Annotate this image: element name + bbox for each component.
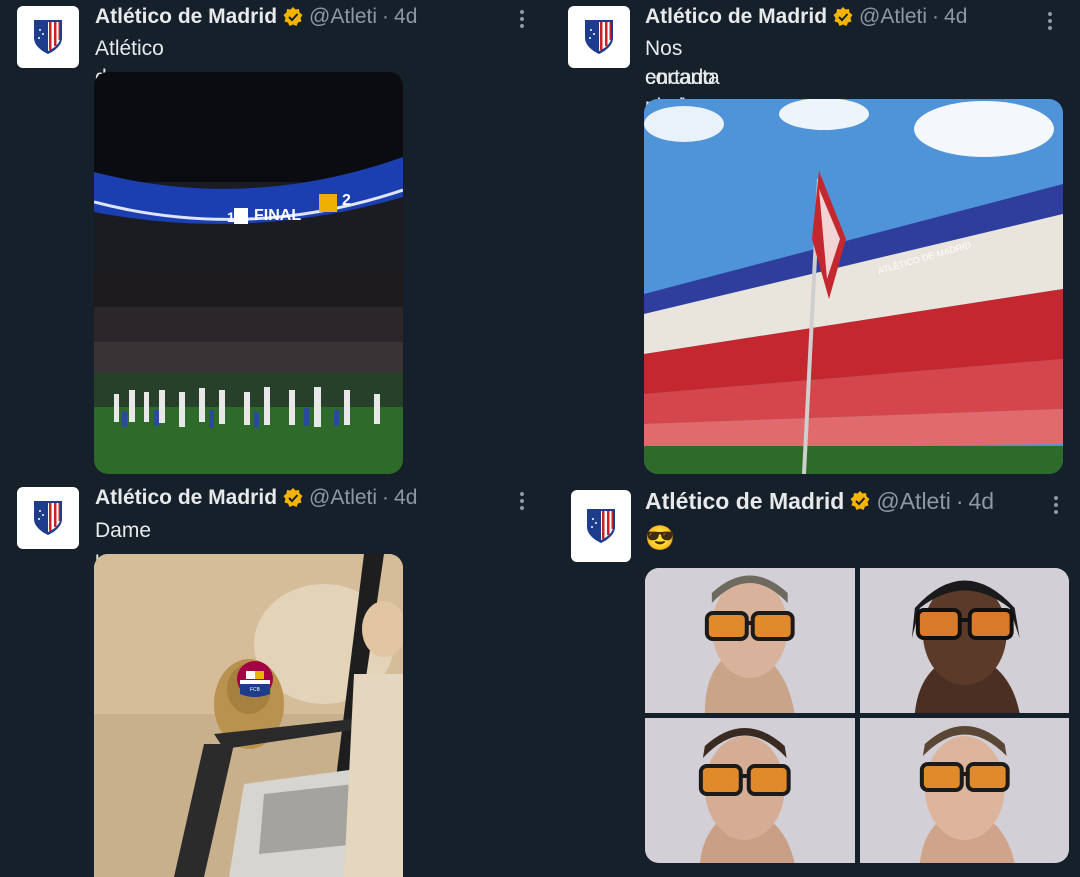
- timestamp[interactable]: 4d: [969, 488, 995, 514]
- banner-score-left: 1: [227, 209, 235, 225]
- author-name[interactable]: Atlético de Madrid: [645, 488, 844, 514]
- fcb-crest-text: FCB: [250, 687, 261, 693]
- player-photo[interactable]: [859, 568, 1069, 713]
- author-name[interactable]: Atlético de Madrid: [645, 4, 827, 30]
- timestamp[interactable]: 4d: [944, 4, 967, 30]
- verified-badge-icon: [283, 488, 303, 507]
- separator-dot: ·: [932, 5, 940, 28]
- tweet-text-emoji: 😎: [645, 525, 675, 552]
- verified-badge-icon: [850, 491, 870, 510]
- timestamp[interactable]: 4d: [394, 4, 417, 30]
- more-options-icon[interactable]: [1040, 8, 1060, 34]
- banner-score-right: 2: [342, 192, 351, 209]
- atletico-crest-icon: [587, 509, 615, 543]
- tweet-image-grid[interactable]: [645, 568, 1069, 863]
- separator-dot: ·: [382, 5, 390, 28]
- avatar[interactable]: [17, 6, 79, 68]
- more-options-icon[interactable]: [1046, 492, 1066, 518]
- player-photo[interactable]: [859, 718, 1069, 863]
- author-name[interactable]: Atlético de Madrid: [95, 485, 277, 511]
- separator-dot: ·: [382, 486, 390, 509]
- verified-badge-icon: [833, 7, 853, 26]
- tweet-image-stadium-day[interactable]: ATLÉTICO DE MADRID: [644, 99, 1063, 474]
- author-handle[interactable]: @Atleti: [309, 485, 377, 511]
- avatar[interactable]: [571, 490, 631, 562]
- more-options-icon[interactable]: [512, 6, 532, 32]
- banner-final-text: FINAL: [254, 207, 301, 224]
- author-handle[interactable]: @Atleti: [859, 4, 927, 30]
- avatar[interactable]: [17, 487, 79, 549]
- more-options-icon[interactable]: [512, 488, 532, 514]
- tweet-image-stadium-night[interactable]: FINAL 1 2: [94, 72, 403, 474]
- tweet-image-safari-lion[interactable]: FCB: [94, 554, 403, 877]
- author-handle[interactable]: @Atleti: [876, 488, 950, 514]
- atletico-crest-icon: [585, 20, 613, 54]
- atletico-crest-icon: [34, 501, 62, 535]
- verified-badge-icon: [283, 7, 303, 26]
- player-photo[interactable]: [645, 718, 855, 863]
- separator-dot: ·: [955, 488, 964, 514]
- player-photo[interactable]: [645, 568, 855, 713]
- atletico-crest-icon: [34, 20, 62, 54]
- timestamp[interactable]: 4d: [394, 485, 417, 511]
- author-name[interactable]: Atlético de Madrid: [95, 4, 277, 30]
- author-handle[interactable]: @Atleti: [309, 4, 377, 30]
- avatar[interactable]: [568, 6, 630, 68]
